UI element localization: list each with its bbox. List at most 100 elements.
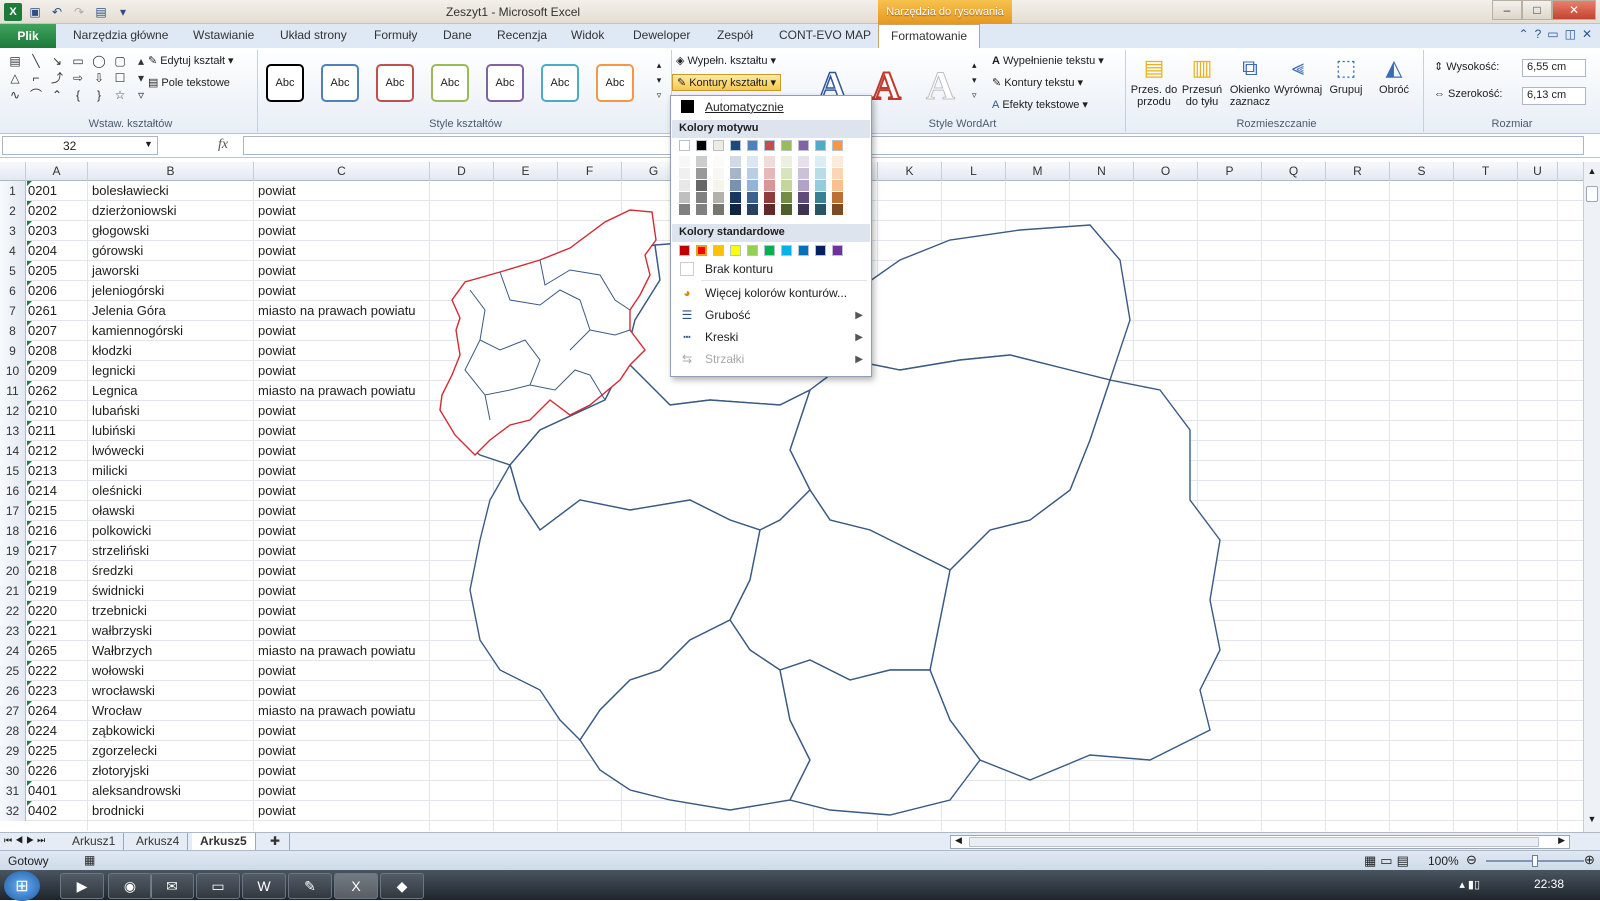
paint-icon[interactable]: ✎	[288, 873, 332, 899]
theme-shade-swatch[interactable]	[798, 168, 809, 179]
select-all-corner[interactable]	[0, 162, 26, 181]
curved-connector-shape-icon[interactable]: ⤴	[50, 71, 64, 85]
wordart-red-style[interactable]: A	[871, 62, 902, 109]
theme-shade-swatch[interactable]	[764, 180, 775, 191]
qat-dropdown-icon[interactable]: ▾	[114, 3, 132, 21]
cell-a[interactable]: 0222	[28, 661, 57, 681]
more-outline-colors-item[interactable]: ◕ Więcej kolorów konturów...	[671, 282, 871, 304]
row-header[interactable]: 17	[0, 501, 26, 521]
cell-a[interactable]: 0217	[28, 541, 57, 561]
tab-developer[interactable]: Deweloper	[633, 28, 690, 42]
column-header-s[interactable]: S	[1390, 162, 1454, 181]
cell-b[interactable]: oławski	[92, 501, 135, 521]
outlook-icon[interactable]: ✉	[150, 873, 194, 899]
row-header[interactable]: 25	[0, 661, 26, 681]
cell-a[interactable]: 0225	[28, 741, 57, 761]
cell-b[interactable]: wołowski	[92, 661, 144, 681]
tab-home[interactable]: Narzędzia główne	[73, 28, 168, 42]
theme-shade-swatch[interactable]	[713, 180, 724, 191]
gallery-more-icon[interactable]: ▿	[134, 88, 148, 102]
tray-icons[interactable]: ▴ ▮▯	[1459, 878, 1480, 891]
cell-b[interactable]: lubański	[92, 401, 140, 421]
theme-shade-swatch[interactable]	[730, 168, 741, 179]
column-header-q[interactable]: Q	[1262, 162, 1326, 181]
cell-a[interactable]: 0402	[28, 801, 57, 821]
row-header[interactable]: 24	[0, 641, 26, 661]
cell-c[interactable]: miasto na prawach powiatu	[258, 301, 416, 321]
start-button-icon[interactable]: ⊞	[4, 871, 40, 901]
customize-icon[interactable]: ▤	[92, 3, 110, 21]
tab-data[interactable]: Dane	[443, 28, 472, 42]
theme-shade-swatch[interactable]	[815, 168, 826, 179]
line-shape-icon[interactable]: ╲	[29, 54, 43, 68]
shape-style-orange[interactable]: Abc	[596, 64, 634, 102]
theme-shade-swatch[interactable]	[798, 156, 809, 167]
cont-evo-map-icon[interactable]: ◆	[380, 873, 424, 899]
theme-color-swatch[interactable]	[747, 140, 758, 151]
automatic-color-item[interactable]: Automatycznie	[671, 96, 871, 118]
elbow-connector-shape-icon[interactable]: ⌐	[29, 71, 43, 85]
cell-b[interactable]: wałbrzyski	[92, 621, 152, 641]
cell-a[interactable]: 0216	[28, 521, 57, 541]
tab-team[interactable]: Zespół	[717, 28, 753, 42]
rounded-rect-shape-icon[interactable]: ▢	[113, 54, 127, 68]
theme-color-swatch[interactable]	[781, 140, 792, 151]
cell-c[interactable]: powiat	[258, 481, 296, 501]
theme-shade-swatch[interactable]	[730, 156, 741, 167]
tab-view[interactable]: Widok	[571, 28, 604, 42]
cell-a[interactable]: 0203	[28, 221, 57, 241]
new-sheet-icon[interactable]: ✚	[262, 833, 290, 851]
row-header[interactable]: 28	[0, 721, 26, 741]
cell-c[interactable]: powiat	[258, 521, 296, 541]
cell-a[interactable]: 0202	[28, 201, 57, 221]
style-gallery-scroll[interactable]: ▴ ▾ ▿	[653, 58, 665, 103]
theme-shade-swatch[interactable]	[679, 180, 690, 191]
theme-shade-swatch[interactable]	[764, 168, 775, 179]
theme-shade-swatch[interactable]	[730, 204, 741, 215]
column-header-a[interactable]: A	[26, 162, 88, 181]
media-player-icon[interactable]: ▶	[60, 873, 104, 899]
insert-function-icon[interactable]: fx	[218, 137, 228, 153]
wordart-gray-style[interactable]: A	[926, 62, 956, 109]
theme-shade-swatch[interactable]	[798, 204, 809, 215]
theme-shade-swatch[interactable]	[764, 156, 775, 167]
scroll-up-icon[interactable]: ▲	[1585, 166, 1599, 180]
redo-icon[interactable]: ↷	[70, 3, 88, 21]
row-header[interactable]: 27	[0, 701, 26, 721]
cell-b[interactable]: dzierżoniowski	[92, 201, 177, 221]
row-header[interactable]: 1	[0, 181, 26, 201]
cell-b[interactable]: jeleniogórski	[92, 281, 164, 301]
zoom-out-icon[interactable]: ⊖	[1466, 852, 1477, 868]
theme-color-swatch[interactable]	[764, 140, 775, 151]
cell-c[interactable]: powiat	[258, 221, 296, 241]
row-header[interactable]: 11	[0, 381, 26, 401]
cell-a[interactable]: 0401	[28, 781, 57, 801]
close-icon[interactable]: ✕	[1552, 0, 1596, 20]
text-effects-button[interactable]: A Efekty tekstowe ▾	[992, 98, 1088, 112]
zoom-slider-thumb[interactable]	[1532, 855, 1538, 867]
theme-shade-swatch[interactable]	[764, 192, 775, 203]
sheet-tab-arkusz1[interactable]: Arkusz1	[64, 833, 125, 851]
scroll-down-icon[interactable]: ▼	[1585, 814, 1599, 828]
theme-shade-swatch[interactable]	[832, 180, 843, 191]
tab-formulas[interactable]: Formuły	[374, 28, 417, 42]
cell-b[interactable]: zgorzelecki	[92, 741, 157, 761]
theme-shade-swatch[interactable]	[781, 204, 792, 215]
theme-shade-swatch[interactable]	[730, 192, 741, 203]
standard-color-swatch[interactable]	[815, 245, 826, 256]
row-header[interactable]: 31	[0, 781, 26, 801]
cell-b[interactable]: jaworski	[92, 261, 139, 281]
column-header-k[interactable]: K	[878, 162, 942, 181]
text-outline-button[interactable]: ✎ Kontury tekstu ▾	[992, 76, 1083, 90]
column-header-r[interactable]: R	[1326, 162, 1390, 181]
callout-shape-icon[interactable]: ☐	[113, 71, 127, 85]
shape-style-red[interactable]: Abc	[376, 64, 414, 102]
cell-c[interactable]: powiat	[258, 281, 296, 301]
down-arrow-shape-icon[interactable]: ⇩	[92, 71, 106, 85]
horizontal-scrollbar[interactable]: ◀ ▶	[950, 835, 1570, 849]
cell-b[interactable]: strzeliński	[92, 541, 149, 561]
selection-pane-button[interactable]: ⧉ Okienko zaznacz	[1226, 52, 1274, 108]
row-header[interactable]: 13	[0, 421, 26, 441]
save-icon[interactable]: ▣	[26, 3, 44, 21]
scroll-thumb[interactable]	[1586, 186, 1598, 202]
